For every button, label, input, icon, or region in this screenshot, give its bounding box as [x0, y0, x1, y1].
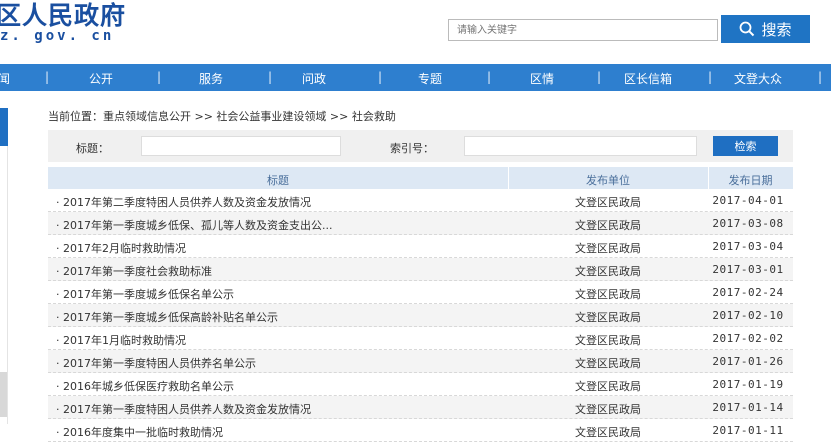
row-unit: 文登区民政局	[575, 426, 641, 439]
row-unit: 文登区民政局	[575, 357, 641, 370]
main-nav: 闻 | 公开 | 服务 | 问政 | 专题 | 区情 | 区长信箱 | 文登大众…	[0, 64, 831, 91]
row-date: 2017-01-11	[712, 424, 784, 437]
row-title-link[interactable]: · 2017年第一季度特困人员供养人数及资金发放情况	[56, 401, 311, 417]
sidebar-scroll-block[interactable]	[0, 372, 7, 417]
results-table: 标题 发布单位 发布日期 · 2017年第二季度特困人员供养人数及资金发放情况文…	[48, 167, 793, 442]
row-title-link[interactable]: · 2017年1月临时救助情况	[56, 332, 186, 348]
row-unit: 文登区民政局	[575, 196, 641, 209]
row-unit: 文登区民政局	[575, 334, 641, 347]
row-unit: 文登区民政局	[575, 403, 641, 416]
nav-item-news[interactable]: 闻	[0, 70, 10, 87]
table-header: 标题 发布单位 发布日期	[48, 167, 793, 189]
table-row[interactable]: · 2017年第二季度特困人员供养人数及资金发放情况 文登区民政局 2017-04-…	[48, 189, 793, 212]
nav-item-topics[interactable]: 专题	[418, 70, 442, 87]
row-date: 2017-02-10	[712, 309, 784, 322]
table-row[interactable]: · 2017年第一季度社会救助标准 文登区民政局 2017-03-01	[48, 258, 793, 281]
row-date: 2017-01-14	[712, 401, 784, 414]
table-row[interactable]: · 2017年第一季度特困人员供养人数及资金发放情况 文登区民政局 2017-01-…	[48, 396, 793, 419]
table-row[interactable]: · 2017年第一季度城乡低保、孤儿等人数及资金支出公... 文登区民政局 2017…	[48, 212, 793, 235]
row-date: 2017-03-08	[712, 217, 784, 230]
nav-item-inquiry[interactable]: 问政	[302, 70, 326, 87]
header-title: 标题	[267, 174, 289, 187]
site-domain: z. gov. cn	[0, 28, 115, 44]
nav-separator: |	[818, 70, 823, 84]
table-row[interactable]: · 2017年第一季度特困人员供养名单公示 文登区民政局 2017-01-26	[48, 350, 793, 373]
nav-separator: |	[157, 70, 162, 84]
sidebar-active-tab[interactable]	[0, 108, 8, 146]
row-unit: 文登区民政局	[575, 265, 641, 278]
header-unit: 发布单位	[586, 174, 630, 187]
row-title-link[interactable]: · 2017年第一季度城乡低保名单公示	[56, 286, 234, 302]
row-title-link[interactable]: · 2017年第一季度城乡低保高龄补贴名单公示	[56, 309, 278, 325]
row-date: 2017-01-26	[712, 355, 784, 368]
search-button[interactable]: 搜索	[721, 15, 810, 43]
row-title-link[interactable]: · 2017年第一季度特困人员供养名单公示	[56, 355, 256, 371]
search-input[interactable]	[448, 19, 718, 41]
table-row[interactable]: · 2016年度集中一批临时救助情况 文登区民政局 2017-01-11	[48, 419, 793, 442]
nav-item-wendeng[interactable]: 文登大众	[734, 70, 782, 87]
row-date: 2017-02-24	[712, 286, 784, 299]
nav-separator: |	[708, 70, 713, 84]
row-title-link[interactable]: · 2017年第二季度特困人员供养人数及资金发放情况	[56, 194, 311, 210]
row-date: 2017-01-19	[712, 378, 784, 391]
table-row[interactable]: · 2017年2月临时救助情况 文登区民政局 2017-03-04	[48, 235, 793, 258]
nav-item-service[interactable]: 服务	[199, 70, 223, 87]
index-filter-label: 索引号：	[390, 142, 434, 155]
row-title-link[interactable]: · 2017年第一季度城乡低保、孤儿等人数及资金支出公...	[56, 217, 332, 233]
index-filter-input[interactable]	[464, 136, 697, 156]
filter-search-button[interactable]: 检索	[713, 136, 778, 156]
header-date: 发布日期	[728, 174, 773, 187]
table-row[interactable]: · 2016年城乡低保医疗救助名单公示 文登区民政局 2017-01-19	[48, 373, 793, 396]
nav-separator: |	[597, 70, 602, 84]
row-unit: 文登区民政局	[575, 380, 641, 393]
row-title-link[interactable]: · 2016年城乡低保医疗救助名单公示	[56, 378, 234, 394]
nav-item-mailbox[interactable]: 区长信箱	[624, 70, 672, 87]
row-date: 2017-03-04	[712, 240, 784, 253]
row-date: 2017-02-02	[712, 332, 784, 345]
row-unit: 文登区民政局	[575, 242, 641, 255]
row-date: 2017-04-01	[712, 194, 784, 207]
table-row[interactable]: · 2017年1月临时救助情况 文登区民政局 2017-02-02	[48, 327, 793, 350]
row-unit: 文登区民政局	[575, 288, 641, 301]
title-filter-label: 标题：	[76, 142, 109, 155]
nav-separator: |	[378, 70, 383, 84]
title-filter-input[interactable]	[141, 136, 341, 156]
row-unit: 文登区民政局	[575, 219, 641, 232]
nav-separator: |	[45, 70, 50, 84]
search-icon	[739, 21, 755, 37]
nav-item-open[interactable]: 公开	[89, 70, 113, 87]
table-body: · 2017年第二季度特困人员供养人数及资金发放情况 文登区民政局 2017-04-…	[48, 189, 793, 442]
row-title-link[interactable]: · 2016年度集中一批临时救助情况	[56, 424, 223, 440]
search-button-label: 搜索	[761, 20, 792, 39]
nav-separator: |	[268, 70, 273, 84]
site-header: 区人民政府 z. gov. cn 搜索	[0, 0, 831, 62]
row-title-link[interactable]: · 2017年第一季度社会救助标准	[56, 263, 212, 279]
row-unit: 文登区民政局	[575, 311, 641, 324]
row-title-link[interactable]: · 2017年2月临时救助情况	[56, 240, 186, 256]
table-row[interactable]: · 2017年第一季度城乡低保高龄补贴名单公示 文登区民政局 2017-02-10	[48, 304, 793, 327]
nav-separator: |	[487, 70, 492, 84]
row-date: 2017-03-01	[712, 263, 784, 276]
table-row[interactable]: · 2017年第一季度城乡低保名单公示 文登区民政局 2017-02-24	[48, 281, 793, 304]
filter-bar: 标题： 索引号： 检索	[48, 130, 793, 162]
nav-item-district-info[interactable]: 区情	[530, 70, 554, 87]
breadcrumb: 当前位置：重点领域信息公开 >> 社会公益事业建设领域 >> 社会救助	[48, 110, 396, 123]
